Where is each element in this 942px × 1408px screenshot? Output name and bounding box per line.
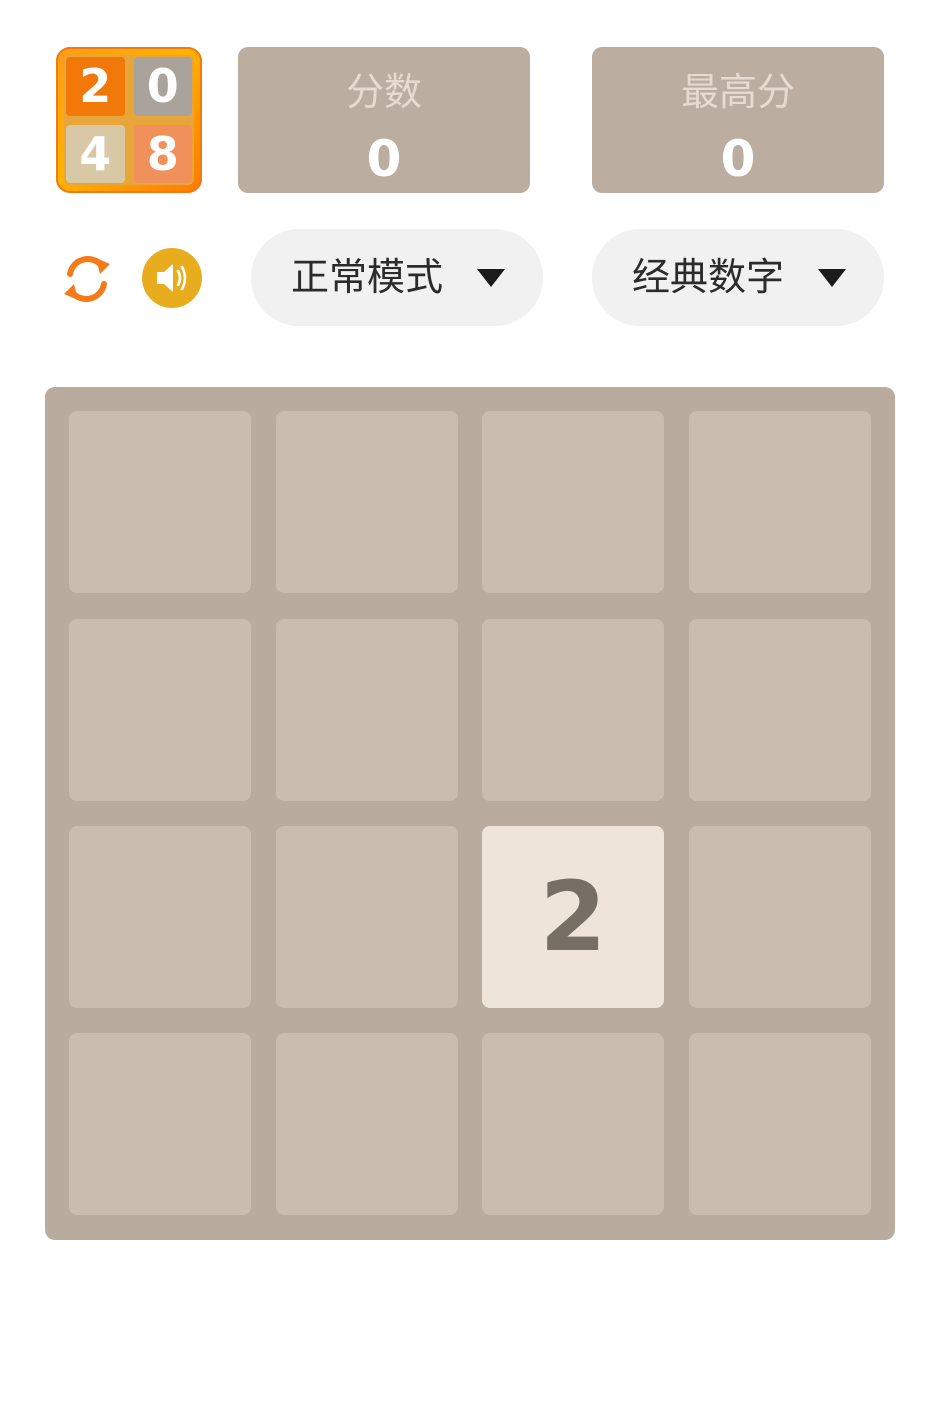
board-cell [69, 619, 251, 801]
current-score-box: 分数 0 [238, 47, 530, 193]
mode-select-value: 正常模式 [291, 255, 444, 299]
board-cell [689, 1033, 871, 1215]
chevron-down-icon [477, 269, 505, 287]
number-style-select[interactable]: 经典数字 [592, 229, 884, 326]
board-cell [482, 619, 664, 801]
board-cell [689, 826, 871, 1008]
restart-button[interactable] [58, 250, 116, 308]
tile: 2 [482, 826, 664, 1008]
number-style-select-value: 经典数字 [632, 255, 785, 299]
board-cell [69, 826, 251, 1008]
board-cell [689, 411, 871, 593]
logo-tile-8: 8 [133, 124, 192, 183]
chevron-down-icon [818, 269, 846, 287]
logo-tile-4: 4 [66, 124, 125, 183]
board-cell [482, 411, 664, 593]
best-score-value: 0 [720, 130, 756, 188]
logo-grid: 2 0 4 8 [64, 55, 194, 185]
speaker-icon [157, 264, 187, 292]
board-cell [689, 619, 871, 801]
current-score-value: 0 [366, 130, 402, 188]
board-cell [276, 826, 458, 1008]
game-logo: 2 0 4 8 [56, 47, 202, 193]
sound-toggle-button[interactable] [142, 248, 202, 308]
best-score-label: 最高分 [680, 70, 795, 114]
logo-tile-0: 0 [133, 57, 192, 116]
game-board[interactable]: 2 [45, 387, 895, 1240]
current-score-label: 分数 [345, 70, 422, 114]
board-cell [276, 1033, 458, 1215]
board-cell [482, 1033, 664, 1215]
logo-tile-2: 2 [66, 57, 125, 116]
board-cell [276, 411, 458, 593]
board-cell [69, 411, 251, 593]
mode-select[interactable]: 正常模式 [251, 229, 543, 326]
board-cell [276, 619, 458, 801]
board-cell [69, 1033, 251, 1215]
best-score-box: 最高分 0 [592, 47, 884, 193]
refresh-icon [64, 256, 110, 302]
